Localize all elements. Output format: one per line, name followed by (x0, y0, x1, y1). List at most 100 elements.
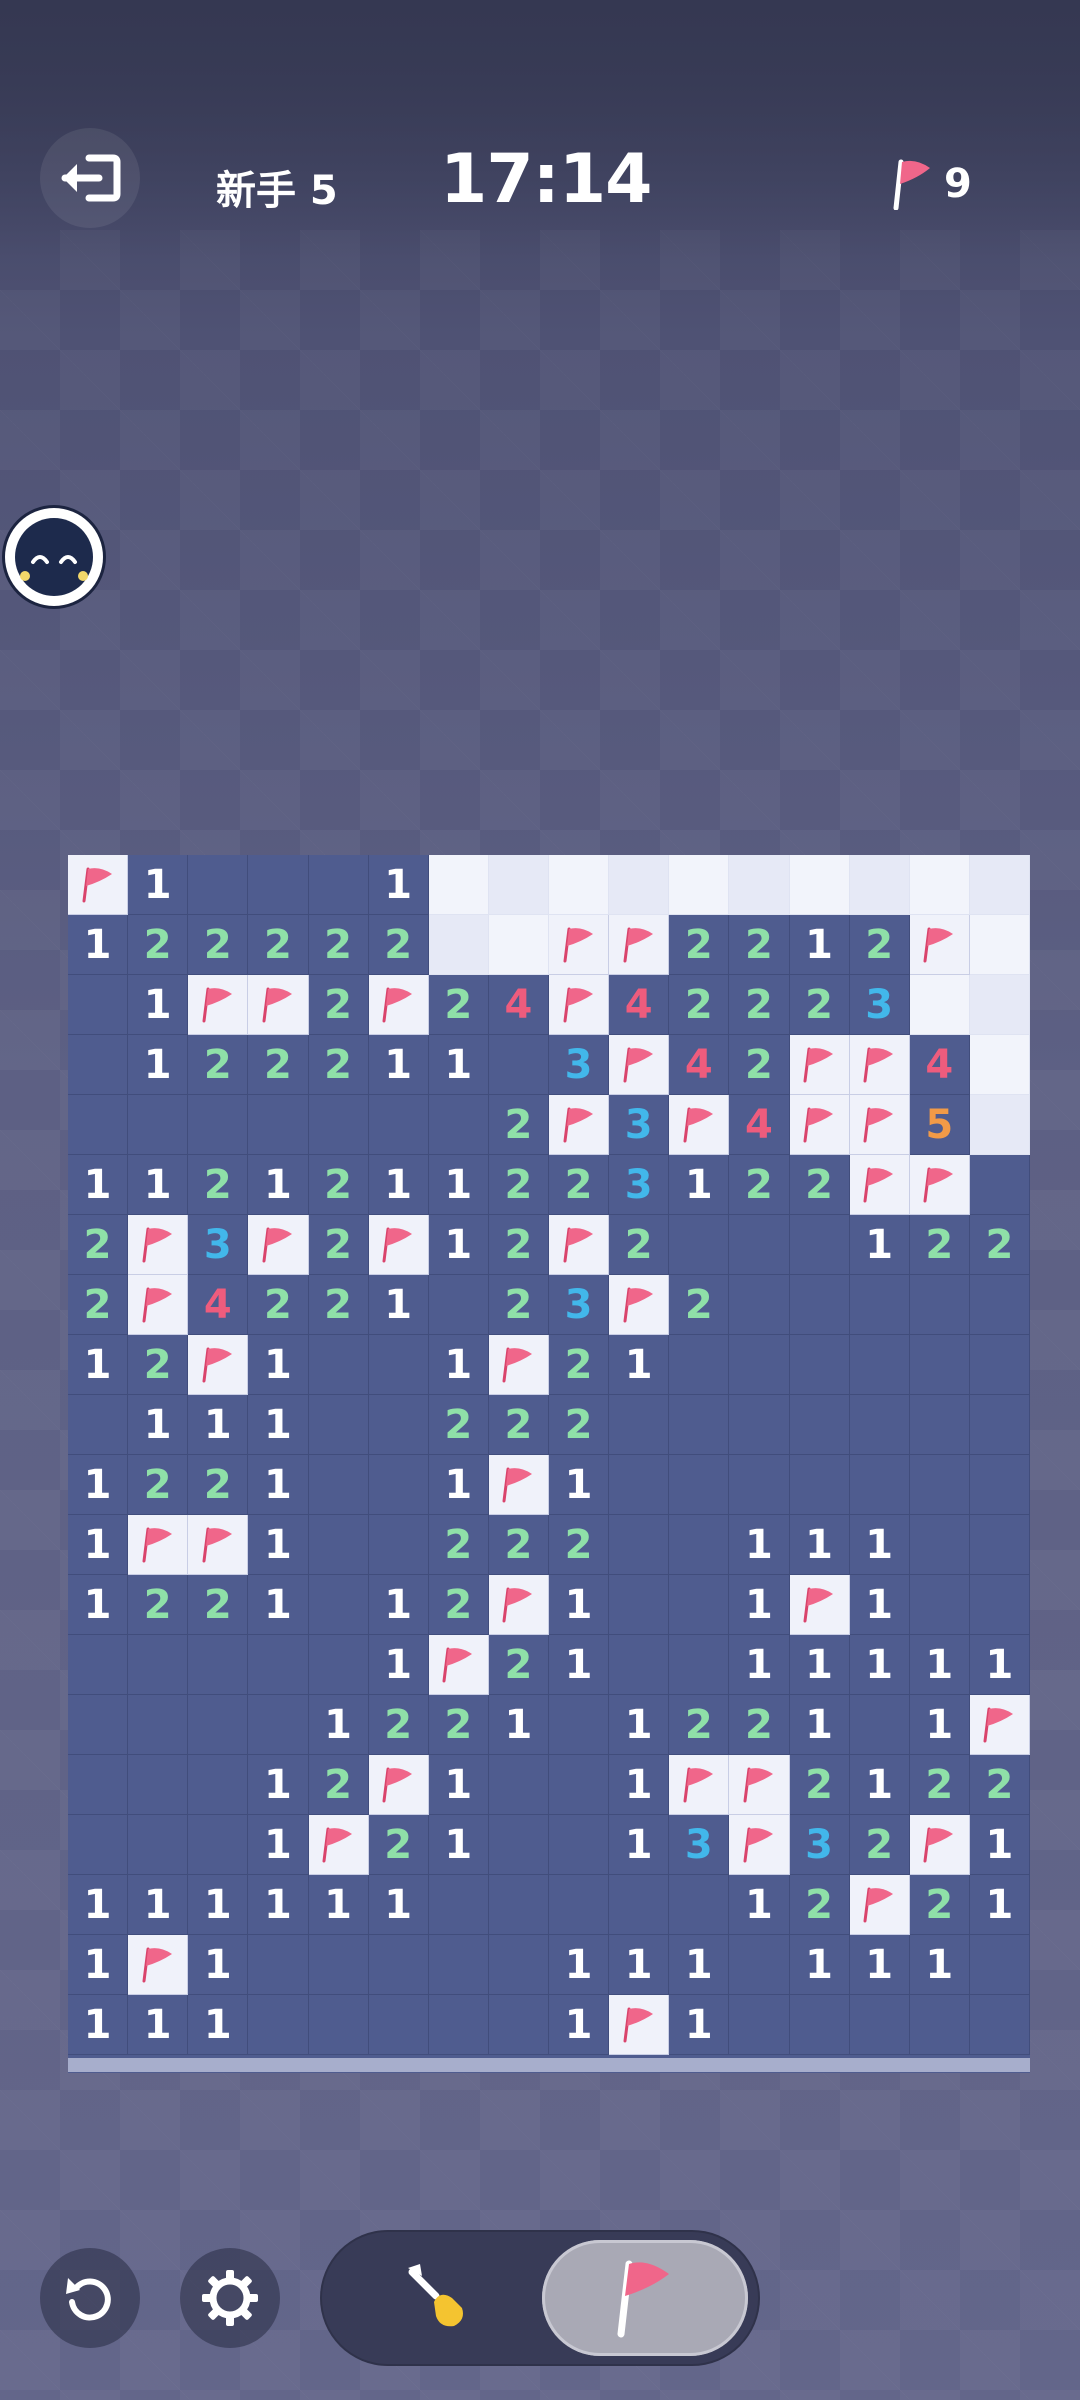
number-cell[interactable]: 2 (969, 1755, 1030, 1815)
number-cell[interactable]: 1 (849, 1575, 910, 1635)
empty-cell[interactable] (368, 1935, 429, 1995)
empty-cell[interactable] (368, 1335, 429, 1395)
flag-cell[interactable] (128, 1215, 189, 1275)
number-cell[interactable]: 2 (248, 1035, 309, 1095)
empty-cell[interactable] (549, 1695, 610, 1755)
empty-cell[interactable] (609, 1515, 670, 1575)
empty-cell[interactable] (188, 855, 249, 915)
empty-cell[interactable] (729, 1455, 790, 1515)
flag-cell[interactable] (248, 975, 309, 1035)
number-cell[interactable]: 2 (789, 975, 850, 1035)
number-cell[interactable]: 5 (909, 1095, 970, 1155)
number-cell[interactable]: 1 (729, 1635, 790, 1695)
number-cell[interactable]: 2 (308, 1035, 369, 1095)
hidden-cell[interactable] (549, 855, 610, 915)
number-cell[interactable]: 2 (188, 1455, 249, 1515)
number-cell[interactable]: 1 (488, 1695, 549, 1755)
empty-cell[interactable] (849, 1695, 910, 1755)
empty-cell[interactable] (609, 1875, 670, 1935)
flag-cell[interactable] (849, 1035, 910, 1095)
number-cell[interactable]: 1 (308, 1695, 369, 1755)
number-cell[interactable]: 1 (128, 1995, 189, 2055)
number-cell[interactable]: 1 (248, 1815, 309, 1875)
flag-cell[interactable] (128, 1935, 189, 1995)
number-cell[interactable]: 1 (609, 1755, 670, 1815)
hidden-cell[interactable] (969, 1095, 1030, 1155)
number-cell[interactable]: 1 (368, 1575, 429, 1635)
empty-cell[interactable] (789, 1215, 850, 1275)
empty-cell[interactable] (969, 1935, 1030, 1995)
flag-cell[interactable] (549, 1215, 610, 1275)
number-cell[interactable]: 1 (368, 1035, 429, 1095)
hidden-cell[interactable] (729, 855, 790, 915)
empty-cell[interactable] (969, 1275, 1030, 1335)
flag-cell[interactable] (669, 1095, 730, 1155)
hidden-cell[interactable] (969, 855, 1030, 915)
flag-mode-button[interactable] (542, 2240, 748, 2356)
number-cell[interactable]: 1 (549, 1635, 610, 1695)
empty-cell[interactable] (669, 1875, 730, 1935)
number-cell[interactable]: 2 (969, 1215, 1030, 1275)
empty-cell[interactable] (549, 1875, 610, 1935)
empty-cell[interactable] (609, 1575, 670, 1635)
number-cell[interactable]: 1 (68, 1455, 129, 1515)
empty-cell[interactable] (549, 1815, 610, 1875)
number-cell[interactable]: 2 (729, 1155, 790, 1215)
empty-cell[interactable] (669, 1335, 730, 1395)
flag-cell[interactable] (609, 915, 670, 975)
number-cell[interactable]: 3 (188, 1215, 249, 1275)
flag-cell[interactable] (308, 1815, 369, 1875)
number-cell[interactable]: 2 (248, 1275, 309, 1335)
number-cell[interactable]: 2 (368, 1815, 429, 1875)
number-cell[interactable]: 2 (909, 1755, 970, 1815)
flag-cell[interactable] (789, 1575, 850, 1635)
number-cell[interactable]: 1 (128, 1155, 189, 1215)
flag-cell[interactable] (368, 1215, 429, 1275)
number-cell[interactable]: 1 (188, 1935, 249, 1995)
empty-cell[interactable] (609, 1635, 670, 1695)
empty-cell[interactable] (308, 855, 369, 915)
number-cell[interactable]: 2 (188, 915, 249, 975)
empty-cell[interactable] (488, 1875, 549, 1935)
number-cell[interactable]: 1 (68, 1575, 129, 1635)
flag-cell[interactable] (549, 915, 610, 975)
number-cell[interactable]: 1 (729, 1575, 790, 1635)
number-cell[interactable]: 1 (248, 1875, 309, 1935)
empty-cell[interactable] (368, 1995, 429, 2055)
empty-cell[interactable] (789, 1995, 850, 2055)
number-cell[interactable]: 2 (428, 975, 489, 1035)
empty-cell[interactable] (729, 1275, 790, 1335)
flag-cell[interactable] (609, 1035, 670, 1095)
number-cell[interactable]: 1 (428, 1215, 489, 1275)
number-cell[interactable]: 2 (849, 915, 910, 975)
flag-cell[interactable] (909, 1815, 970, 1875)
hidden-cell[interactable] (669, 855, 730, 915)
empty-cell[interactable] (909, 1515, 970, 1575)
number-cell[interactable]: 2 (248, 915, 309, 975)
hidden-cell[interactable] (789, 855, 850, 915)
number-cell[interactable]: 1 (428, 1755, 489, 1815)
number-cell[interactable]: 2 (488, 1095, 549, 1155)
number-cell[interactable]: 1 (368, 1275, 429, 1335)
number-cell[interactable]: 2 (729, 975, 790, 1035)
number-cell[interactable]: 2 (488, 1155, 549, 1215)
flag-cell[interactable] (669, 1755, 730, 1815)
empty-cell[interactable] (849, 1335, 910, 1395)
empty-cell[interactable] (849, 1455, 910, 1515)
number-cell[interactable]: 1 (609, 1335, 670, 1395)
empty-cell[interactable] (428, 1275, 489, 1335)
number-cell[interactable]: 2 (308, 1215, 369, 1275)
number-cell[interactable]: 2 (549, 1155, 610, 1215)
number-cell[interactable]: 1 (609, 1815, 670, 1875)
number-cell[interactable]: 1 (68, 1995, 129, 2055)
settings-button[interactable] (180, 2248, 280, 2348)
empty-cell[interactable] (128, 1815, 189, 1875)
number-cell[interactable]: 1 (729, 1515, 790, 1575)
number-cell[interactable]: 1 (128, 1035, 189, 1095)
number-cell[interactable]: 2 (669, 1275, 730, 1335)
empty-cell[interactable] (188, 1815, 249, 1875)
empty-cell[interactable] (669, 1635, 730, 1695)
empty-cell[interactable] (488, 1815, 549, 1875)
number-cell[interactable]: 2 (669, 1695, 730, 1755)
number-cell[interactable]: 1 (248, 1395, 309, 1455)
